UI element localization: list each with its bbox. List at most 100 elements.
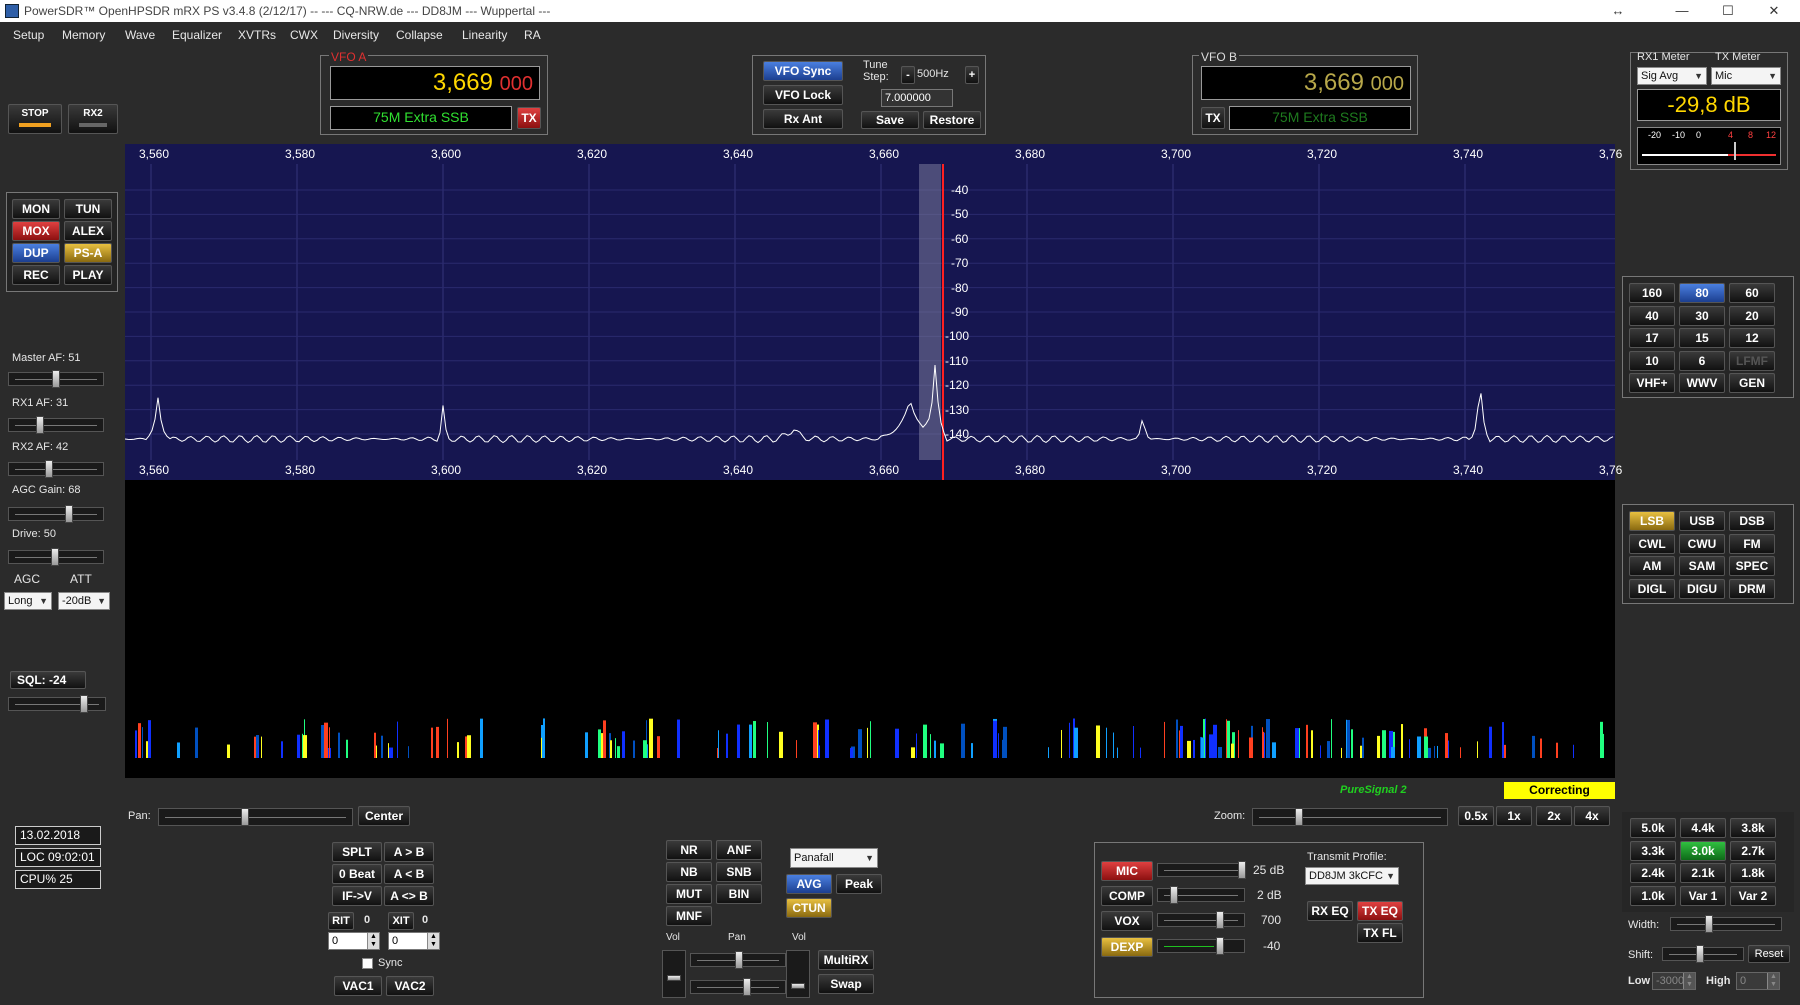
filter-4.4k-button[interactable]: 4.4k	[1680, 818, 1726, 838]
slider-thumb[interactable]	[1170, 886, 1178, 904]
minimize-button[interactable]: —	[1660, 0, 1704, 22]
tx-fl-button[interactable]: TX FL	[1357, 923, 1403, 943]
slider-thumb[interactable]	[1696, 945, 1704, 963]
high-input[interactable]: 0 ▲ ▼	[1736, 972, 1780, 990]
spin-arrows-icon[interactable]: ▲ ▼	[427, 933, 439, 949]
a-to-b-button[interactable]: A > B	[384, 842, 434, 862]
vac2-button[interactable]: VAC2	[386, 976, 434, 996]
split-button[interactable]: SPLT	[332, 842, 382, 862]
zoom-slider[interactable]	[1252, 808, 1448, 826]
func-button-play[interactable]: PLAY	[64, 265, 112, 285]
slider-thumb[interactable]	[52, 370, 60, 388]
agc-gain-slider[interactable]	[8, 505, 104, 523]
agc-select[interactable]: Long ▼	[4, 592, 52, 610]
slider-thumb[interactable]	[791, 983, 805, 989]
band-gen-button[interactable]: GEN	[1729, 373, 1775, 393]
rx1-af-slider[interactable]	[8, 416, 104, 434]
comp-button[interactable]: COMP	[1101, 886, 1153, 906]
mode-dsb-button[interactable]: DSB	[1729, 511, 1775, 531]
mode-digu-button[interactable]: DIGU	[1679, 578, 1725, 599]
drive-slider[interactable]	[8, 548, 104, 566]
menu-item-xvtrs[interactable]: XVTRs	[238, 28, 276, 42]
slider-thumb[interactable]	[241, 808, 249, 826]
band-160-button[interactable]: 160	[1629, 283, 1675, 303]
band-15-button[interactable]: 15	[1679, 328, 1725, 348]
zero-beat-button[interactable]: 0 Beat	[332, 864, 382, 884]
avg-button[interactable]: AVG	[786, 874, 832, 894]
slider-thumb[interactable]	[743, 978, 751, 996]
band-17-button[interactable]: 17	[1629, 328, 1675, 348]
att-select[interactable]: -20dB ▼	[58, 592, 110, 610]
slider-thumb[interactable]	[65, 505, 73, 523]
spin-arrows-icon[interactable]: ▲ ▼	[1767, 973, 1779, 989]
vfo-a-frequency-display[interactable]: 3,669 000	[330, 66, 540, 100]
pan-slider[interactable]	[158, 808, 353, 826]
band-12-button[interactable]: 12	[1729, 328, 1775, 348]
dexp-slider[interactable]	[1157, 937, 1245, 955]
menu-item-setup[interactable]: Setup	[13, 28, 44, 42]
menu-item-diversity[interactable]: Diversity	[333, 28, 379, 42]
band-60-button[interactable]: 60	[1729, 283, 1775, 303]
slider-thumb[interactable]	[1705, 915, 1713, 933]
pan-slider-rx1[interactable]	[690, 951, 786, 969]
mnf-button[interactable]: MNF	[666, 906, 712, 926]
band-wwv-button[interactable]: WWV	[1679, 373, 1725, 393]
band-30-button[interactable]: 30	[1679, 305, 1725, 326]
waterfall-display[interactable]	[125, 480, 1615, 778]
band-80-button[interactable]: 80	[1679, 283, 1725, 303]
mode-am-button[interactable]: AM	[1629, 556, 1675, 576]
spectrum-display[interactable]: -40 -50 -60 -70 -80 -90 -100 -110 -120 -130 -140	[125, 144, 1615, 480]
slider-thumb[interactable]	[1216, 937, 1224, 955]
step-plus-button[interactable]: +	[965, 66, 979, 84]
filter-1.8k-button[interactable]: 1.8k	[1730, 863, 1776, 883]
func-button-alex[interactable]: ALEX	[64, 221, 112, 241]
peak-button[interactable]: Peak	[836, 874, 882, 894]
center-button[interactable]: Center	[358, 806, 410, 826]
dexp-button[interactable]: DEXP	[1101, 937, 1153, 957]
mode-sam-button[interactable]: SAM	[1679, 556, 1725, 576]
menu-item-memory[interactable]: Memory	[62, 28, 105, 42]
band-vhf+-button[interactable]: VHF+	[1629, 373, 1675, 393]
menu-item-ra[interactable]: RA	[524, 28, 541, 42]
filter-2.7k-button[interactable]: 2.7k	[1730, 840, 1776, 861]
rit-button[interactable]: RIT	[328, 912, 354, 930]
ctun-button[interactable]: CTUN	[786, 898, 832, 918]
xit-input[interactable]: 0 ▲ ▼	[388, 932, 440, 950]
filter-5.0k-button[interactable]: 5.0k	[1630, 818, 1676, 838]
save-button[interactable]: Save	[861, 111, 919, 129]
swap-button[interactable]: Swap	[818, 974, 874, 994]
mode-lsb-button[interactable]: LSB	[1629, 511, 1675, 531]
mode-spec-button[interactable]: SPEC	[1729, 556, 1775, 576]
mut-button[interactable]: MUT	[666, 884, 712, 904]
if-to-v-button[interactable]: IF->V	[332, 886, 382, 906]
vfo-lock-button[interactable]: VFO Lock	[763, 85, 843, 105]
func-button-mon[interactable]: MON	[12, 199, 60, 219]
sync-checkbox[interactable]	[362, 958, 373, 969]
slider-thumb[interactable]	[735, 951, 743, 969]
comp-slider[interactable]	[1157, 886, 1245, 904]
vol-slider[interactable]	[662, 950, 686, 998]
rx2-button[interactable]: RX2	[68, 104, 118, 134]
menu-item-wave[interactable]: Wave	[125, 28, 155, 42]
vfo-b-tx-button[interactable]: TX	[1201, 107, 1225, 129]
maximize-button[interactable]: ☐	[1706, 0, 1750, 22]
menu-item-cwx[interactable]: CWX	[290, 28, 318, 42]
slider-thumb[interactable]	[1216, 911, 1224, 929]
nb-button[interactable]: NB	[666, 862, 712, 882]
master-af-slider[interactable]	[8, 370, 104, 388]
zoom-2x-button[interactable]: 2x	[1536, 806, 1572, 826]
slider-thumb[interactable]	[667, 975, 681, 981]
vox-button[interactable]: VOX	[1101, 911, 1153, 931]
band-20-button[interactable]: 20	[1729, 305, 1775, 326]
close-button[interactable]: ✕	[1752, 0, 1796, 22]
filter-var2-button[interactable]: Var 2	[1730, 885, 1776, 906]
mic-button[interactable]: MIC	[1101, 861, 1153, 881]
mode-cwu-button[interactable]: CWU	[1679, 533, 1725, 554]
vol2-slider[interactable]	[786, 950, 810, 998]
stop-button[interactable]: STOP	[8, 104, 62, 134]
xit-button[interactable]: XIT	[388, 912, 414, 930]
tune-frequency-input[interactable]: 7.000000	[881, 89, 953, 107]
rx1-meter-select[interactable]: Sig Avg ▼	[1637, 67, 1707, 85]
resize-arrow-icon[interactable]: ↔	[1596, 0, 1640, 22]
filter-3.8k-button[interactable]: 3.8k	[1730, 818, 1776, 838]
